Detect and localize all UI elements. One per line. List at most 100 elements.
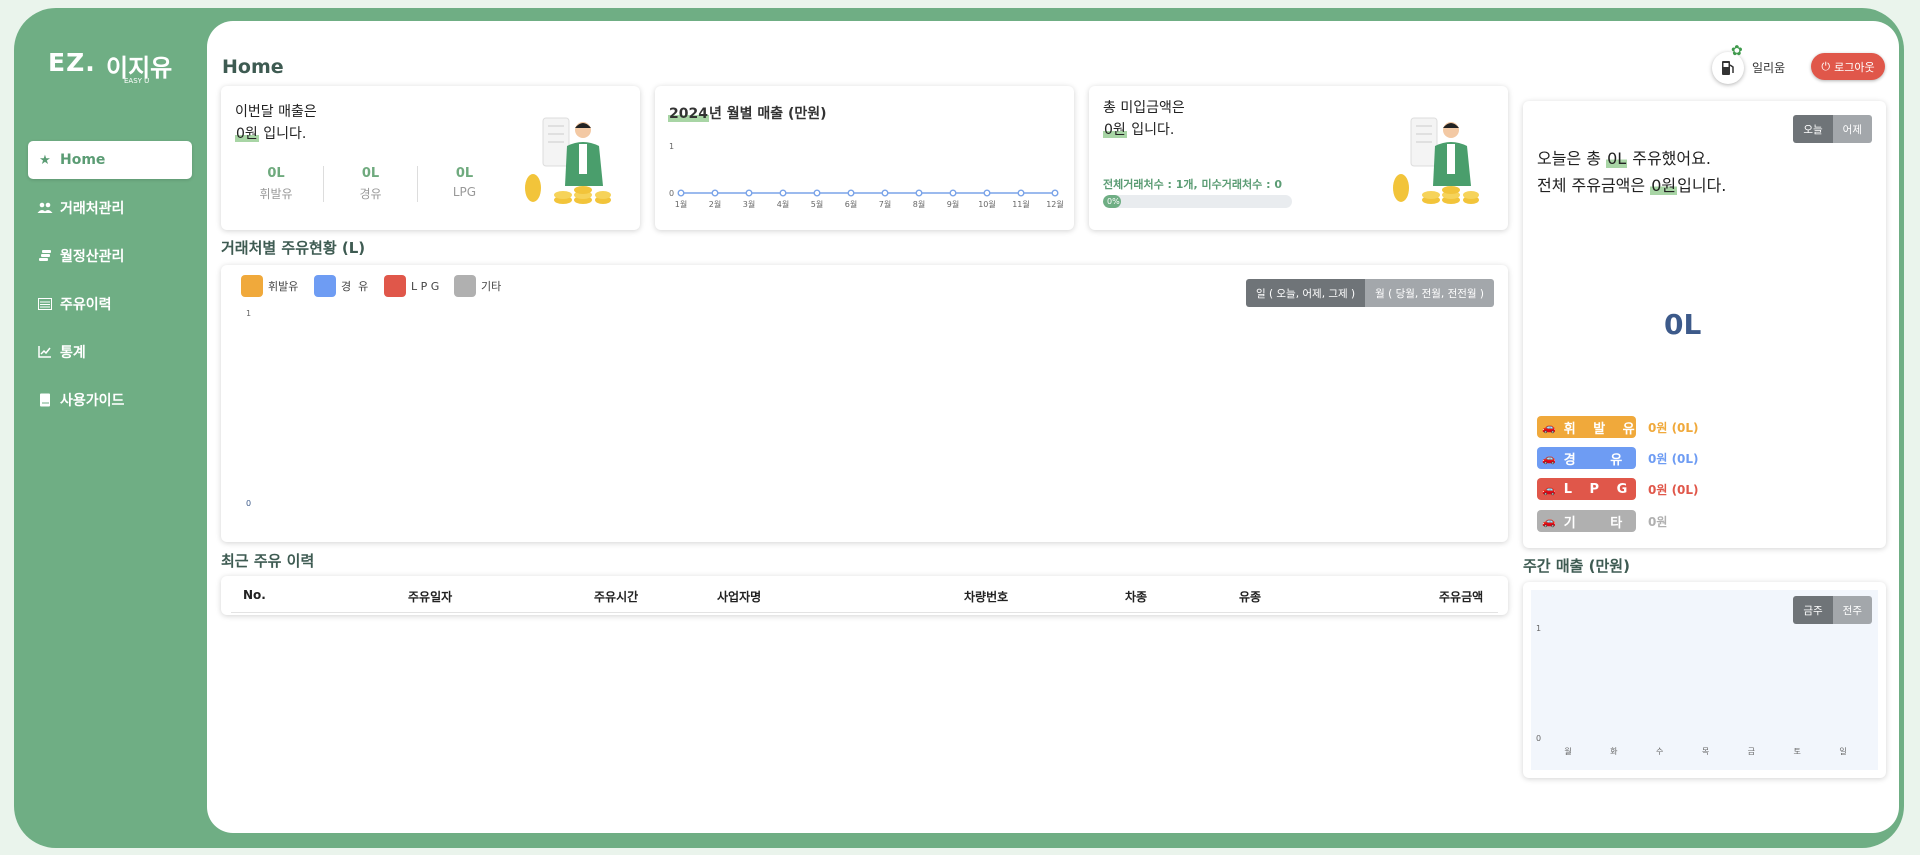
x-tick-label: 토 [1793,747,1800,756]
stat-value: 0L [267,166,285,181]
sidebar-item-guide[interactable]: 사용가이드 [28,381,192,419]
legend-swatch [314,275,336,297]
x-tick-label: 5월 [811,199,823,209]
today-line2: 전체 주유금액은 0원입니다. [1537,172,1726,199]
unpaid-progress-fill: 0% [1103,195,1121,208]
client-fuel-card: 휘발유 경 유 L P G 기타 일 ( 오늘, 어제, 그제 ) 월 ( 당월… [221,265,1508,542]
fuel-tag-label: 휘 발 유 [1563,421,1635,437]
today-fuel-etc: 🚗 기 타 0원 [1537,509,1667,533]
x-tick-label: 1월 [675,199,687,209]
data-point [847,189,855,197]
monthly-sales-card: 이번달 매출은 0원 입니다. 0L 휘발유 0L 경유 0L LPG [221,86,640,230]
column-header[interactable]: 차량번호 [964,588,1008,605]
weekly-sales-card: 금주 전주 10월화수목금토일 [1523,582,1886,778]
legend-diesel[interactable]: 경 유 [314,275,368,297]
yearly-sales-card: 2024년 월별 매출 (만원) 1 0 1월 2월 3월 4월 5월 6월 7월 8월 9월 10월… [655,86,1074,230]
y-tick-label: 0 [246,499,252,508]
column-header[interactable]: 주유일자 [408,588,452,605]
data-point [881,189,889,197]
yesterday-button[interactable]: 어제 [1832,115,1872,143]
today-line1: 오늘은 총 0L 주유했어요. [1537,145,1726,172]
unpaid-progress-bar: 0% [1103,195,1292,208]
unpaid-line2: 0원 입니다. [1103,119,1185,141]
data-point [813,189,821,197]
fuel-tag-label: L P G [1563,481,1628,497]
stat-lpg: 0L LPG [417,166,511,202]
x-tick-label: 일 [1839,747,1846,756]
x-tick-label: 수 [1656,747,1663,756]
today-amount: 0원 [1650,176,1678,195]
today-total-liters: 0L [1664,308,1702,341]
data-point [779,189,787,197]
today-line2-prefix: 전체 주유금액은 [1537,176,1651,195]
x-tick-label: 목 [1702,747,1709,756]
monthly-fuel-stats: 0L 휘발유 0L 경유 0L LPG [229,166,511,202]
logo[interactable]: EZ. 이지유 EASY U [48,48,173,88]
stat-gasoline: 0L 휘발유 [229,166,323,202]
car-icon: 🚗 [1542,514,1556,528]
sidebar-item-clients[interactable]: 거래처관리 [28,189,192,227]
monthly-sales-line2: 0원 입니다. [235,123,317,145]
page-title: Home [222,56,284,78]
y-tick-label: 1 [1536,624,1541,633]
stat-value: 0L [455,166,474,181]
sidebar-item-history[interactable]: 주유이력 [28,285,192,323]
today-button[interactable]: 오늘 [1793,115,1833,143]
today-card: 오늘 어제 오늘은 총 0L 주유했어요. 전체 주유금액은 0원입니다. 0L… [1523,101,1886,548]
data-point [745,189,753,197]
column-header[interactable]: 주유금액 [1439,588,1483,605]
legend-etc[interactable]: 기타 [454,275,501,297]
legend-label: L P G [411,279,440,293]
fuel-tag-label: 경 유 [1563,452,1623,468]
user-name: 일리움 [1752,61,1786,75]
logout-label: 로그아웃 [1834,60,1875,74]
sidebar-item-settlement[interactable]: 월정산관리 [28,237,192,275]
data-point [677,189,685,197]
x-tick-label: 8월 [913,199,925,209]
gear-icon[interactable]: ✿ [1731,43,1743,59]
legend-swatch [384,275,406,297]
sidebar-item-label: 월정산관리 [60,249,125,265]
logo-sub: EASY U [124,77,150,85]
legend-lpg[interactable]: L P G [384,275,439,297]
table-divider [231,612,1498,613]
legend-gasoline[interactable]: 휘발유 [241,275,298,297]
data-point [983,189,991,197]
list-icon [37,296,53,312]
x-tick-label: 7월 [879,199,891,209]
yearly-line-chart: 1 01월 2월 3월 4월 5월 6월 7월 8월 9월 10월 11월 12월 [669,142,1064,209]
column-header[interactable]: 차종 [1125,588,1147,605]
stat-label: 휘발유 [259,187,293,201]
x-tick-label: 4월 [777,199,789,209]
column-header[interactable]: 사업자명 [717,588,761,605]
legend-swatch [241,275,263,297]
data-point [711,189,719,197]
x-tick-label: 6월 [845,199,857,209]
recent-history-title: 최근 주유 이력 [221,552,315,570]
receipt-man-illustration [525,117,611,204]
x-tick-label: 월 [1564,746,1571,756]
stat-label: 경유 [359,187,382,201]
x-tick-label: 화 [1610,747,1618,756]
today-fuel-lpg: 🚗 L P G 0원 (0L) [1537,477,1699,501]
column-header[interactable]: No. [243,588,266,602]
sidebar-item-home[interactable]: ★ Home [28,141,192,179]
period-month-button[interactable]: 월 ( 당월, 전월, 전전월 ) [1365,279,1494,307]
period-day-button[interactable]: 일 ( 오늘, 어제, 그제 ) [1245,279,1366,307]
column-header[interactable]: 유종 [1239,588,1261,605]
column-header[interactable]: 주유시간 [594,588,638,605]
y-tick-label: 0 [669,189,674,198]
stat-value: 0L [361,166,380,181]
today-line2-suffix: 입니다. [1677,176,1727,195]
receipt-man-illustration [1393,117,1479,204]
unpaid-suffix: 입니다. [1126,122,1175,138]
weekly-bar-chart: 1 0 월 화 수 목 금 토 일 [1536,624,1847,756]
sidebar-item-stats[interactable]: 통계 [28,333,192,371]
data-point [915,189,923,197]
logout-button[interactable]: ⏻ 로그아웃 [1811,53,1885,80]
y-tick-label: 1 [246,309,252,318]
legend-swatch [454,275,476,297]
sidebar-item-label: Home [60,152,106,168]
stat-diesel: 0L 경유 [323,166,417,202]
power-icon: ⏻ [1821,59,1831,73]
